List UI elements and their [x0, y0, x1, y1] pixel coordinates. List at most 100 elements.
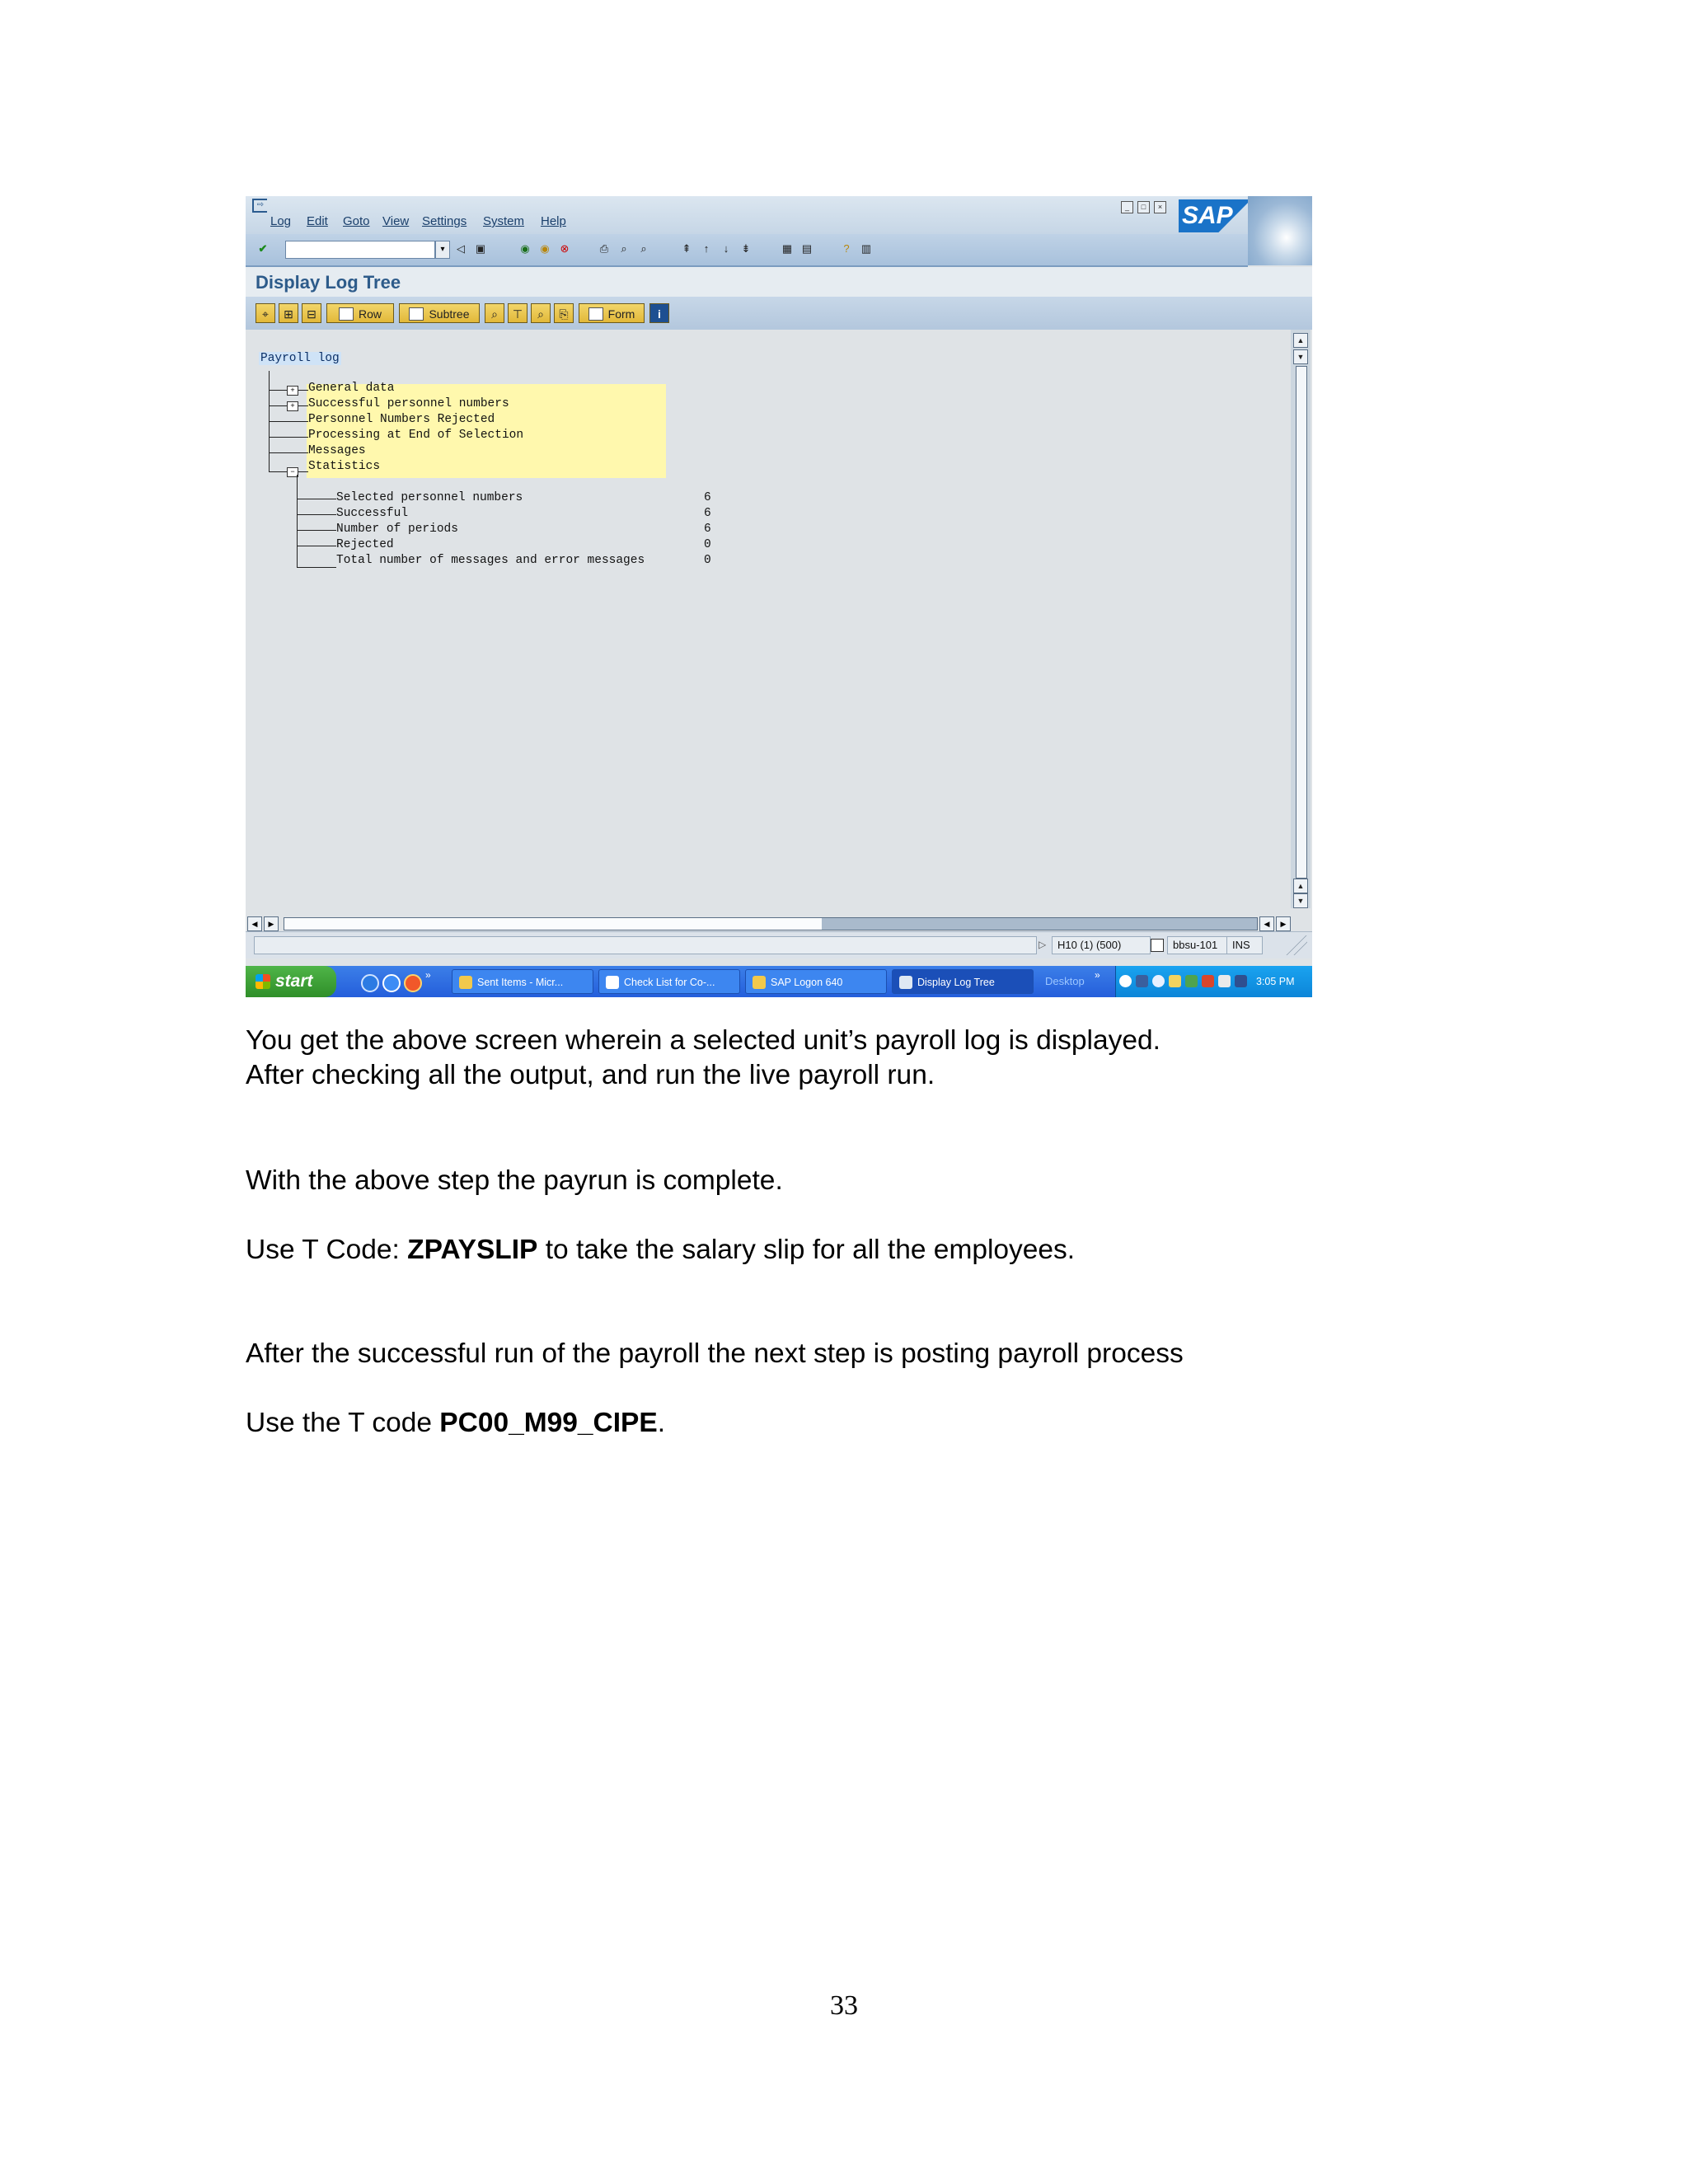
row-button[interactable]: Row: [326, 303, 394, 323]
find-icon[interactable]: ⌕: [617, 241, 631, 256]
taskbar-clock[interactable]: 3:05 PM: [1256, 966, 1295, 997]
doc-paragraph-line: After checking all the output, and run t…: [246, 1060, 935, 1090]
tree-node-statistics[interactable]: Statistics: [308, 460, 380, 473]
search-icon[interactable]: ⌕: [485, 303, 504, 323]
tree-root-payroll-log[interactable]: Payroll log: [259, 352, 341, 365]
menu-log[interactable]: Log: [270, 214, 291, 228]
enter-icon[interactable]: ✔: [256, 241, 270, 256]
menu-help[interactable]: Help: [541, 214, 566, 228]
vertical-scrollbar[interactable]: ▲ ▼ ▲ ▼: [1291, 330, 1311, 908]
menu-settings[interactable]: Settings: [422, 214, 467, 228]
scroll-down-icon[interactable]: ▼: [1293, 349, 1308, 364]
task-sap-logon[interactable]: SAP Logon 640: [745, 969, 887, 994]
subtree-button[interactable]: Subtree: [399, 303, 480, 323]
form-button[interactable]: Form: [579, 303, 645, 323]
info-icon[interactable]: i: [649, 303, 669, 323]
resize-grip-icon[interactable]: [1286, 935, 1307, 955]
tree-node-rejected[interactable]: Personnel Numbers Rejected: [308, 413, 495, 426]
tray-display-icon[interactable]: [1235, 975, 1247, 987]
maximize-icon[interactable]: □: [1137, 201, 1150, 213]
horizontal-scroll-track[interactable]: [284, 917, 1258, 930]
tcode-pc00: PC00_M99_CIPE: [439, 1408, 658, 1438]
copy-icon[interactable]: ⎘: [554, 303, 574, 323]
tree-node-successful-personnel[interactable]: Successful personnel numbers: [308, 397, 509, 410]
shortcut-icon[interactable]: ▤: [799, 241, 814, 256]
explorer-icon[interactable]: [382, 974, 401, 992]
back-arrow-icon[interactable]: ◁: [453, 241, 468, 256]
task-sent-items[interactable]: Sent Items - Micr...: [452, 969, 593, 994]
task-display-log-tree[interactable]: Display Log Tree: [892, 969, 1034, 994]
tree-node-general-data[interactable]: General data: [308, 382, 394, 395]
horizontal-scrollbar[interactable]: ◀ ▶ ◀ ▶: [246, 915, 1312, 931]
back-icon[interactable]: ◉: [518, 241, 532, 256]
menu-edit[interactable]: Edit: [307, 214, 328, 228]
scroll-up-icon[interactable]: ▲: [1293, 333, 1308, 348]
expand-node-icon[interactable]: +: [287, 401, 298, 411]
scroll-up-icon[interactable]: ▲: [1293, 879, 1308, 893]
tray-arrow-icon[interactable]: [1119, 975, 1132, 987]
menu-icon[interactable]: ⇨: [252, 199, 267, 213]
exit-icon[interactable]: ◉: [537, 241, 552, 256]
collapse-icon[interactable]: ⊟: [302, 303, 321, 323]
stat-label: Rejected: [336, 538, 394, 551]
command-dropdown-icon[interactable]: ▾: [435, 241, 450, 259]
doc-paragraph: After the successful run of the payroll …: [246, 1338, 1184, 1369]
minimize-icon[interactable]: _: [1121, 201, 1133, 213]
first-page-icon[interactable]: ⇞: [679, 241, 694, 256]
layout-menu-icon[interactable]: ▥: [859, 241, 874, 256]
menu-goto[interactable]: Goto: [343, 214, 370, 228]
save-icon[interactable]: ▣: [473, 241, 488, 256]
sap-window-icon: [899, 976, 912, 989]
scroll-left-icon[interactable]: ◀: [247, 916, 262, 931]
menu-system[interactable]: System: [483, 214, 524, 228]
tray-network-icon[interactable]: [1136, 975, 1148, 987]
tray-volume-icon[interactable]: [1169, 975, 1181, 987]
horizontal-scroll-thumb[interactable]: [822, 918, 1257, 930]
find-next-icon[interactable]: ⌕: [636, 241, 651, 256]
command-field[interactable]: [285, 241, 435, 259]
stat-value: 0: [704, 554, 711, 567]
previous-page-icon[interactable]: ↑: [699, 241, 714, 256]
print-icon[interactable]: ⎙: [597, 241, 612, 256]
doc-paragraph-zpayslip: Use T Code: ZPAYSLIP to take the salary …: [246, 1235, 1075, 1266]
expand-node-icon[interactable]: +: [287, 386, 298, 396]
tray-update-icon[interactable]: [1218, 975, 1231, 987]
chevron-right-icon[interactable]: »: [1095, 969, 1100, 981]
desktop-toolbar-label[interactable]: Desktop: [1045, 966, 1085, 997]
system-toolbar: ✔ ▾ ◁ ▣ ◉ ◉ ⊗ ⎙ ⌕ ⌕ ⇞ ↑ ↓ ⇟ ▦ ▤ ? ▥: [246, 234, 1248, 267]
menu-view[interactable]: View: [382, 214, 409, 228]
new-session-icon[interactable]: ▦: [780, 241, 795, 256]
session-icon[interactable]: [1151, 939, 1164, 952]
task-label: SAP Logon 640: [771, 977, 843, 988]
menu-bar: ⇨ Log Edit Goto View Settings System Hel…: [246, 196, 1312, 234]
chevron-right-icon[interactable]: »: [425, 969, 431, 981]
media-icon[interactable]: [404, 974, 422, 992]
form-icon: [588, 307, 603, 321]
close-icon[interactable]: ×: [1154, 201, 1166, 213]
scroll-right-icon[interactable]: ▶: [1276, 916, 1291, 931]
tray-messenger-icon[interactable]: [1152, 975, 1165, 987]
start-button[interactable]: start: [246, 966, 336, 997]
scroll-left-icon[interactable]: ◀: [1259, 916, 1274, 931]
task-check-list[interactable]: Check List for Co-...: [598, 969, 740, 994]
tree-icon[interactable]: ⊤: [508, 303, 528, 323]
help-icon[interactable]: ?: [839, 241, 854, 256]
last-page-icon[interactable]: ⇟: [738, 241, 753, 256]
scroll-right-icon[interactable]: ▶: [264, 916, 279, 931]
screen-title-bar: Display Log Tree: [246, 267, 1312, 298]
scroll-down-icon[interactable]: ▼: [1293, 893, 1308, 908]
tree-node-messages[interactable]: Messages: [308, 444, 366, 457]
choose-icon[interactable]: ⌖: [256, 303, 275, 323]
status-message-field: [254, 936, 1037, 954]
find-icon[interactable]: ⌕: [531, 303, 551, 323]
next-page-icon[interactable]: ↓: [719, 241, 734, 256]
ie-icon[interactable]: [361, 974, 379, 992]
tree-node-end-of-selection[interactable]: Processing at End of Selection: [308, 429, 523, 442]
vertical-scroll-track[interactable]: [1296, 366, 1307, 879]
status-expand-icon[interactable]: ▷: [1039, 939, 1046, 950]
stat-label: Successful: [336, 507, 409, 520]
expand-icon[interactable]: ⊞: [279, 303, 298, 323]
cancel-icon[interactable]: ⊗: [557, 241, 572, 256]
tray-antivirus-icon[interactable]: [1202, 975, 1214, 987]
tray-security-icon[interactable]: [1185, 975, 1198, 987]
